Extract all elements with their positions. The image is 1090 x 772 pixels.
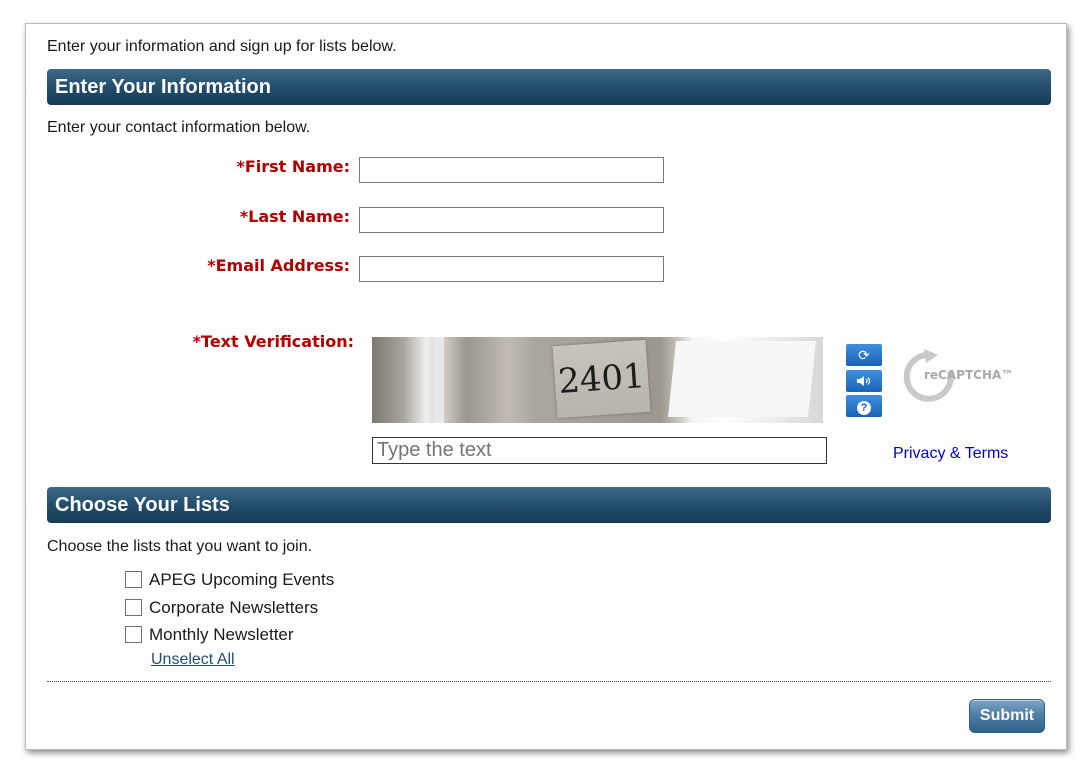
list-checkbox-monthly-newsletter[interactable] [125, 626, 142, 643]
last-name-input[interactable] [359, 207, 664, 233]
list-checkbox-apeg-upcoming-events[interactable] [125, 571, 142, 588]
recaptcha-logo: reCAPTCHA™ [902, 347, 1014, 407]
text-verification-label: *Text Verification: [192, 332, 354, 351]
list-label: APEG Upcoming Events [149, 570, 335, 589]
captcha-image: 2401 [372, 337, 823, 423]
signup-form-panel: Enter your information and sign up for l… [25, 23, 1067, 750]
unselect-all-link[interactable]: Unselect All [151, 651, 235, 669]
email-address-label: *Email Address: [207, 256, 350, 275]
captcha-response-input[interactable] [372, 437, 827, 464]
help-icon: ? [857, 401, 871, 415]
captcha-plate: 2401 [552, 339, 651, 419]
captcha-refresh-button[interactable]: ⟳ [846, 344, 882, 366]
lists-subtext: Choose the lists that you want to join. [47, 538, 313, 555]
list-label: Monthly Newsletter [149, 625, 294, 644]
audio-icon [857, 376, 871, 386]
email-address-input[interactable] [359, 256, 664, 282]
section-header-lists: Choose Your Lists [47, 487, 1051, 523]
refresh-icon: ⟳ [858, 347, 870, 363]
last-name-label: *Last Name: [239, 207, 350, 226]
captcha-help-button[interactable]: ? [846, 395, 882, 417]
first-name-label: *First Name: [236, 157, 350, 176]
list-checkbox-corporate-newsletters[interactable] [125, 599, 142, 616]
first-name-input[interactable] [359, 157, 664, 183]
list-label: Corporate Newsletters [149, 598, 319, 617]
captcha-text: 2401 [556, 356, 647, 402]
submit-button[interactable]: Submit [969, 699, 1045, 733]
section-header-information: Enter Your Information [47, 69, 1051, 105]
recaptcha-logo-text: reCAPTCHA™ [924, 368, 1014, 382]
contact-info-subtext: Enter your contact information below. [47, 119, 311, 136]
form-divider [47, 681, 1051, 682]
captcha-audio-button[interactable] [846, 370, 882, 392]
intro-text: Enter your information and sign up for l… [47, 38, 397, 55]
privacy-terms-link[interactable]: Privacy & Terms [893, 445, 1008, 463]
